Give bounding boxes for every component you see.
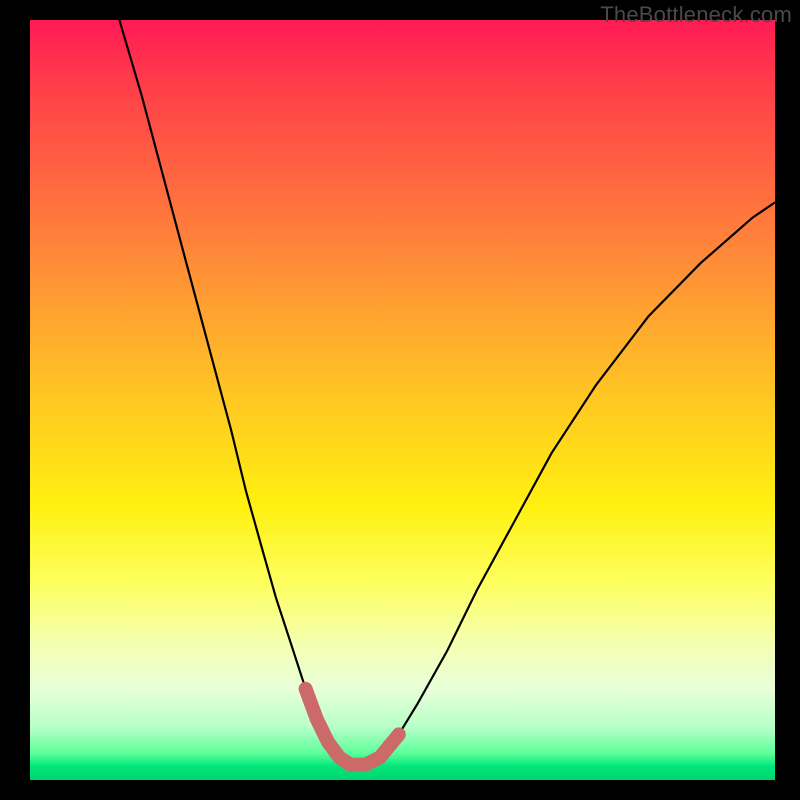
bottleneck-curve [119, 20, 775, 765]
plot-area [30, 20, 775, 780]
watermark-text: TheBottleneck.com [600, 2, 792, 28]
curve-svg [30, 20, 775, 780]
highlight-segment [306, 689, 399, 765]
chart-frame: TheBottleneck.com [0, 0, 800, 800]
